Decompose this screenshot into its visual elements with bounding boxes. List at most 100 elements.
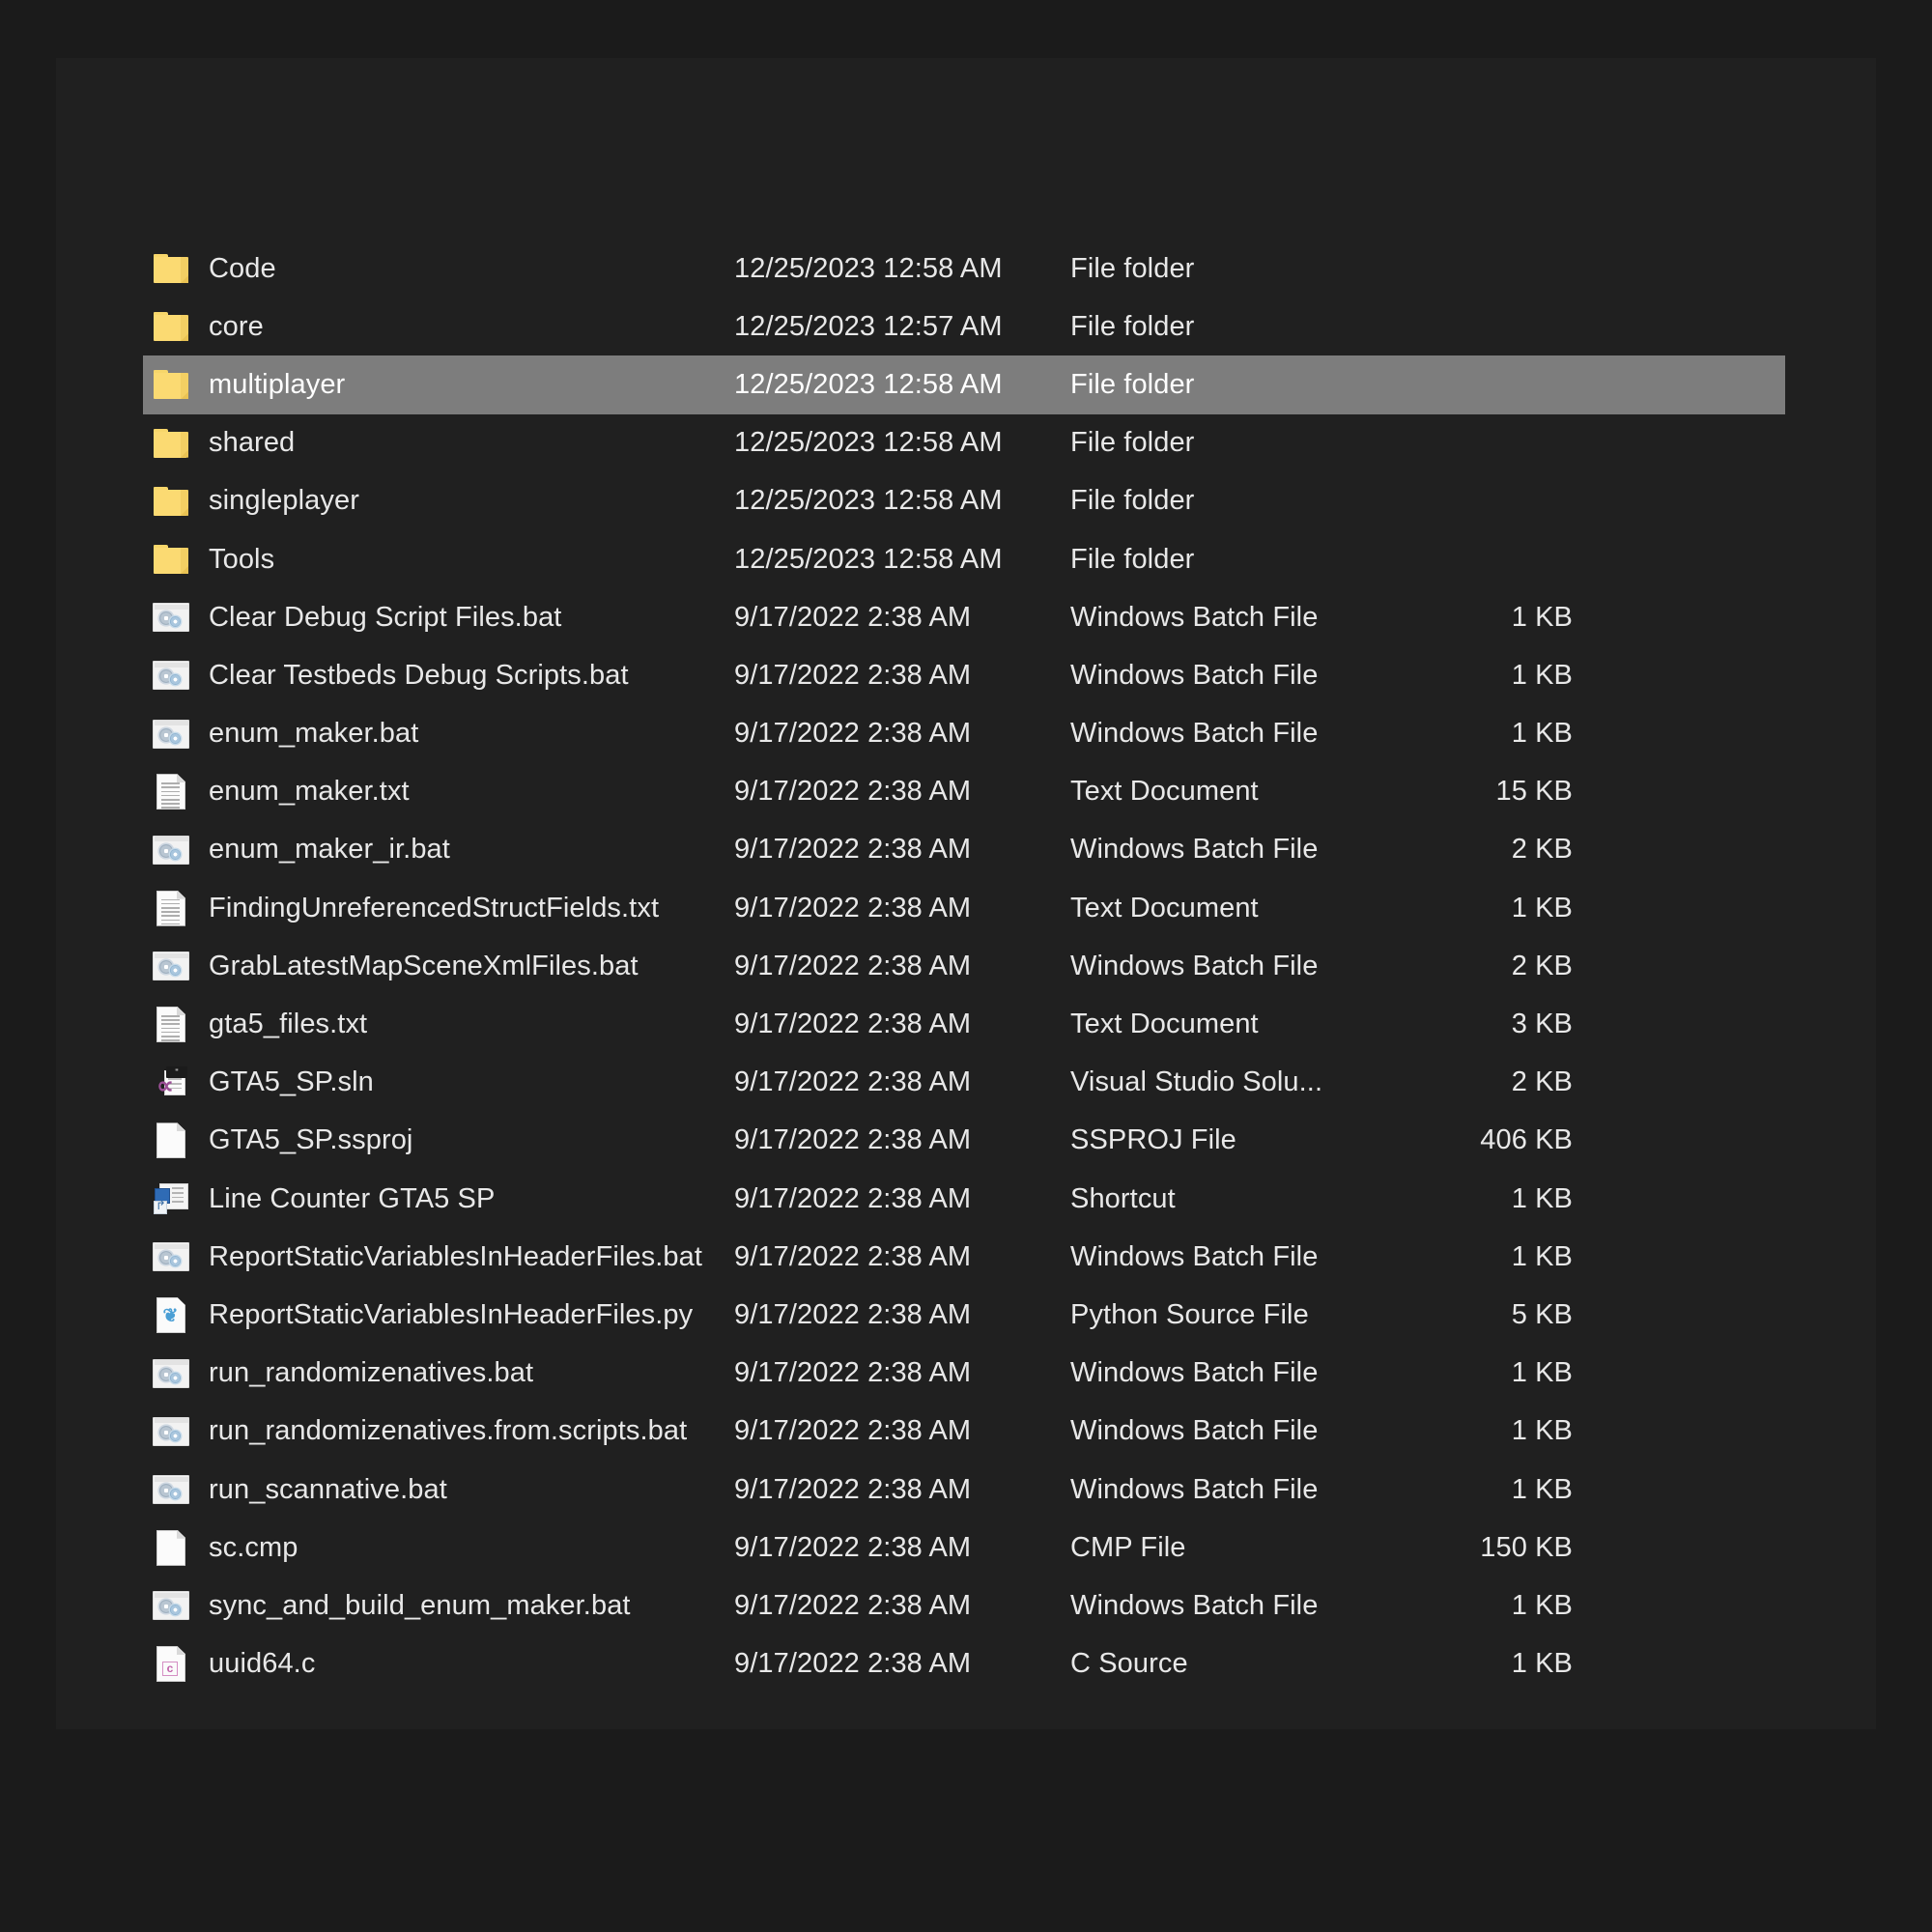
file-type: Windows Batch File: [1070, 1240, 1319, 1272]
file-row[interactable]: c uuid64.c 9/17/2022 2:38 AM C Source 1 KB: [143, 1635, 1785, 1693]
file-size: 1 KB: [1511, 1473, 1573, 1505]
file-name: Tools: [209, 543, 275, 575]
file-row-icon: [145, 370, 197, 400]
file-row[interactable]: FindingUnreferencedStructFields.txt 9/17/…: [143, 879, 1785, 937]
file-date-modified: 9/17/2022 2:38 AM: [734, 1531, 972, 1563]
text-document-icon: [156, 890, 185, 926]
file-date-modified: 12/25/2023 12:58 AM: [734, 368, 1003, 400]
file-name: ReportStaticVariablesInHeaderFiles.bat: [209, 1240, 703, 1272]
file-name: enum_maker.bat: [209, 718, 419, 750]
file-date-modified: 9/17/2022 2:38 AM: [734, 1473, 972, 1505]
file-size: 1 KB: [1511, 718, 1573, 750]
file-date-modified: 9/17/2022 2:38 AM: [734, 1066, 972, 1098]
file-date-modified: 9/17/2022 2:38 AM: [734, 776, 972, 808]
file-type: File folder: [1070, 543, 1195, 575]
file-row-icon: [145, 719, 197, 749]
file-row[interactable]: sc.cmp 9/17/2022 2:38 AM CMP File 150 KB: [143, 1519, 1785, 1577]
folder-icon: [154, 370, 188, 400]
file-name: GrabLatestMapSceneXmlFiles.bat: [209, 950, 639, 981]
file-row[interactable]: gta5_files.txt 9/17/2022 2:38 AM Text Docu…: [143, 995, 1785, 1053]
file-row[interactable]: enum_maker.bat 9/17/2022 2:38 AM Windows B…: [143, 705, 1785, 763]
file-date-modified: 9/17/2022 2:38 AM: [734, 1648, 972, 1680]
file-row-icon: [145, 545, 197, 575]
file-row[interactable]: shared 12/25/2023 12:58 AM File folder: [143, 414, 1785, 472]
file-row-icon: [145, 774, 197, 810]
file-size: 3 KB: [1511, 1009, 1573, 1040]
file-name: FindingUnreferencedStructFields.txt: [209, 892, 660, 923]
file-size: 1 KB: [1511, 1182, 1573, 1214]
shortcut-icon: [154, 1183, 188, 1215]
file-date-modified: 9/17/2022 2:38 AM: [734, 892, 972, 923]
batch-file-icon: [153, 1475, 189, 1505]
canvas-bottom-margin: [0, 1729, 1932, 1932]
file-type: Windows Batch File: [1070, 834, 1319, 866]
python-file-icon: ❦: [156, 1296, 185, 1333]
file-type: Windows Batch File: [1070, 1473, 1319, 1505]
file-row-icon: [145, 890, 197, 926]
file-size: 2 KB: [1511, 950, 1573, 981]
file-row[interactable]: " ∝ GTA5_SP.sln 9/17/2022 2:38 AM Visual Stu…: [143, 1054, 1785, 1112]
file-row[interactable]: Tools 12/25/2023 12:58 AM File folder: [143, 530, 1785, 588]
file-row[interactable]: multiplayer 12/25/2023 12:58 AM File folde…: [143, 355, 1785, 414]
file-row[interactable]: run_randomizenatives.from.scripts.bat 9/1…: [143, 1403, 1785, 1461]
file-row[interactable]: Line Counter GTA5 SP 9/17/2022 2:38 AM Sho…: [143, 1170, 1785, 1228]
file-row[interactable]: enum_maker.txt 9/17/2022 2:38 AM Text Docu…: [143, 763, 1785, 821]
file-row-icon: [145, 1007, 197, 1043]
file-name: Line Counter GTA5 SP: [209, 1182, 496, 1214]
file-row[interactable]: core 12/25/2023 12:57 AM File folder: [143, 298, 1785, 355]
canvas-right-margin: [1876, 0, 1932, 1932]
file-date-modified: 9/17/2022 2:38 AM: [734, 1589, 972, 1621]
file-type: CMP File: [1070, 1531, 1186, 1563]
file-type: Windows Batch File: [1070, 1415, 1319, 1447]
file-size: 2 KB: [1511, 834, 1573, 866]
file-type: Shortcut: [1070, 1182, 1176, 1214]
file-row-icon: [145, 661, 197, 691]
canvas-top-margin: [0, 0, 1932, 58]
file-type: Text Document: [1070, 776, 1259, 808]
file-size: 1 KB: [1511, 892, 1573, 923]
file-row-icon: [145, 835, 197, 865]
file-row-icon: [145, 1475, 197, 1505]
batch-file-icon: [153, 1591, 189, 1621]
file-row[interactable]: Code 12/25/2023 12:58 AM File folder: [143, 240, 1785, 298]
text-document-icon: [156, 1007, 185, 1043]
file-row[interactable]: run_randomizenatives.bat 9/17/2022 2:38 A…: [143, 1345, 1785, 1403]
file-size: 1 KB: [1511, 601, 1573, 633]
file-row[interactable]: ❦ ReportStaticVariablesInHeaderFiles.py 9/…: [143, 1286, 1785, 1344]
file-row-icon: [145, 254, 197, 284]
file-type: File folder: [1070, 485, 1195, 517]
file-row[interactable]: Clear Testbeds Debug Scripts.bat 9/17/202…: [143, 646, 1785, 704]
file-type: Windows Batch File: [1070, 601, 1319, 633]
file-name: singleplayer: [209, 485, 359, 517]
file-name: shared: [209, 427, 296, 459]
file-date-modified: 9/17/2022 2:38 AM: [734, 1009, 972, 1040]
file-row[interactable]: ReportStaticVariablesInHeaderFiles.bat 9/…: [143, 1228, 1785, 1286]
file-type: Text Document: [1070, 892, 1259, 923]
file-date-modified: 9/17/2022 2:38 AM: [734, 1298, 972, 1330]
file-row[interactable]: Clear Debug Script Files.bat 9/17/2022 2:…: [143, 588, 1785, 646]
file-type: Visual Studio Solu...: [1070, 1066, 1323, 1098]
file-row[interactable]: GTA5_SP.ssproj 9/17/2022 2:38 AM SSPROJ Fi…: [143, 1112, 1785, 1170]
file-list[interactable]: Code 12/25/2023 12:58 AM File folder core 12…: [143, 240, 1785, 1693]
file-row[interactable]: run_scannative.bat 9/17/2022 2:38 AM Windo…: [143, 1461, 1785, 1519]
file-row-icon: [145, 428, 197, 458]
file-row-icon: " ∝: [145, 1065, 197, 1099]
file-size: 1 KB: [1511, 1357, 1573, 1389]
file-row-icon: [145, 486, 197, 516]
file-name: enum_maker.txt: [209, 776, 410, 808]
file-type: File folder: [1070, 310, 1195, 342]
file-size: 15 KB: [1495, 776, 1573, 808]
file-row[interactable]: singleplayer 12/25/2023 12:58 AM File fold…: [143, 472, 1785, 530]
file-row[interactable]: GrabLatestMapSceneXmlFiles.bat 9/17/2022 …: [143, 937, 1785, 995]
file-date-modified: 12/25/2023 12:58 AM: [734, 485, 1003, 517]
batch-file-icon: [153, 661, 189, 691]
file-type: File folder: [1070, 368, 1195, 400]
file-row[interactable]: sync_and_build_enum_maker.bat 9/17/2022 2…: [143, 1577, 1785, 1634]
file-row-icon: c: [145, 1646, 197, 1683]
file-row-icon: [145, 1591, 197, 1621]
file-row[interactable]: enum_maker_ir.bat 9/17/2022 2:38 AM Window…: [143, 821, 1785, 879]
batch-file-icon: [153, 1242, 189, 1272]
file-type: Windows Batch File: [1070, 659, 1319, 691]
file-name: GTA5_SP.sln: [209, 1066, 374, 1098]
file-row-icon: [145, 312, 197, 342]
